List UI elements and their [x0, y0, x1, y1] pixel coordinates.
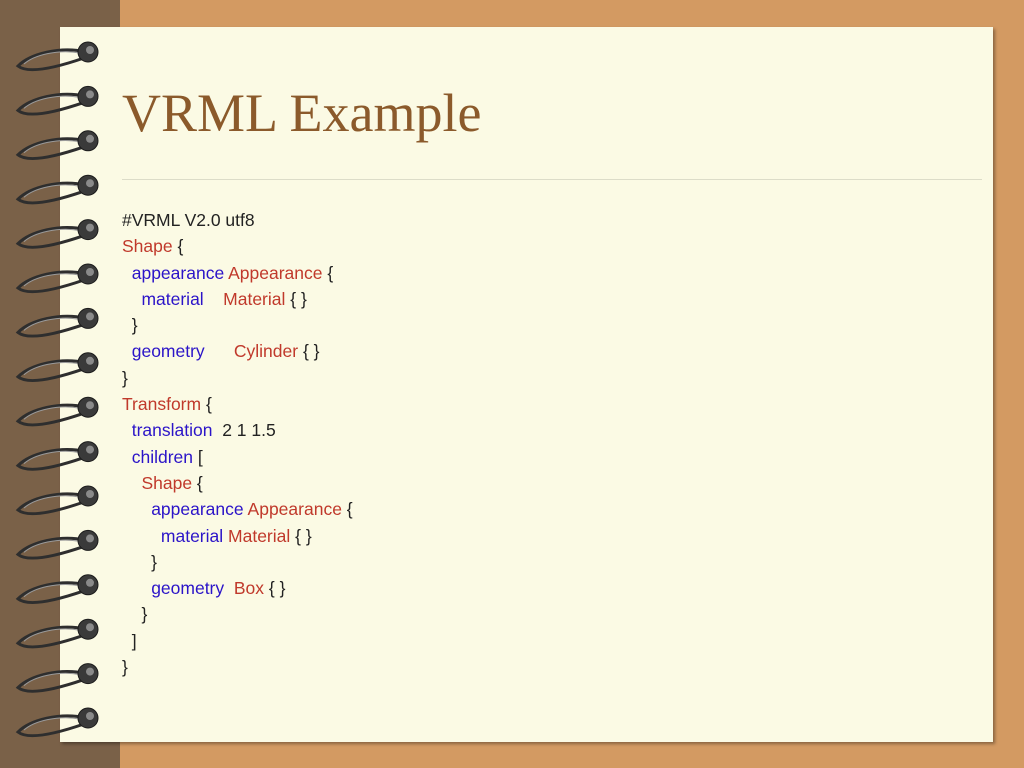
code-text: } — [122, 367, 128, 388]
code-text: { } — [285, 288, 307, 309]
code-text: { — [192, 472, 203, 493]
code-keyword: appearance — [131, 262, 225, 283]
code-node-type: Material — [228, 525, 291, 546]
code-line: } — [122, 601, 353, 627]
code-text: { } — [298, 341, 320, 362]
code-line: material Material { } — [122, 523, 353, 549]
code-line: } — [122, 549, 353, 575]
spiral-ring-icon — [15, 307, 99, 338]
code-keyword: geometry — [131, 341, 205, 362]
code-line: } — [122, 654, 353, 680]
code-text: { — [322, 262, 334, 283]
code-keyword: translation — [131, 420, 213, 441]
code-node-type: Shape — [122, 236, 173, 257]
code-line: Transform { — [122, 391, 353, 417]
code-block: #VRML V2.0 utf8 Shape { appearance Appear… — [122, 207, 353, 680]
code-keyword: appearance — [151, 499, 244, 520]
spiral-ring-icon — [15, 441, 99, 471]
code-node-type: Material — [223, 288, 286, 309]
spiral-binding — [15, 41, 99, 738]
code-text: { — [341, 499, 353, 520]
spiral-ring-icon — [15, 85, 99, 116]
spiral-ring-icon — [15, 174, 99, 205]
code-text: [ — [193, 446, 203, 467]
code-node-type: Appearance — [247, 499, 342, 520]
code-keyword: material — [160, 525, 224, 546]
code-node-type: Shape — [141, 472, 193, 493]
code-text: { } — [264, 578, 286, 599]
code-text: #VRML V2.0 utf8 — [122, 210, 255, 230]
spiral-ring-icon — [15, 529, 99, 560]
code-node-type: Transform — [122, 394, 202, 415]
code-text: } — [122, 315, 138, 336]
code-text: { — [172, 236, 184, 257]
code-text: { — [201, 394, 212, 415]
code-keyword: children — [131, 446, 194, 467]
code-line: ] — [122, 628, 353, 654]
spiral-ring-icon — [15, 707, 99, 738]
code-line: Shape { — [122, 233, 353, 259]
code-line: material Material { } — [122, 286, 353, 312]
code-text: } — [122, 657, 128, 678]
title-divider — [122, 179, 982, 180]
slide-title: VRML Example — [122, 83, 482, 143]
spiral-ring-icon — [15, 485, 99, 516]
code-text: ] — [122, 630, 137, 651]
code-keyword: geometry — [151, 578, 225, 599]
code-node-type: Cylinder — [233, 341, 299, 362]
code-text: } — [122, 604, 148, 625]
spiral-ring-icon — [15, 352, 99, 383]
code-line: appearance Appearance { — [122, 496, 353, 522]
code-line: children [ — [122, 444, 353, 470]
spiral-ring-icon — [15, 574, 99, 605]
code-line: geometry Box { } — [122, 575, 353, 601]
code-line: translation 2 1 1.5 — [122, 417, 353, 443]
code-line: } — [122, 312, 353, 338]
code-node-type: Box — [233, 578, 265, 599]
spiral-ring-icon — [15, 219, 99, 249]
code-keyword: material — [141, 288, 204, 309]
code-text: 2 1 1.5 — [212, 420, 276, 441]
code-node-type: Appearance — [228, 262, 323, 283]
spiral-ring-icon — [15, 663, 99, 693]
code-line: geometry Cylinder { } — [122, 338, 353, 364]
spiral-ring-icon — [15, 130, 99, 161]
code-text: { } — [290, 525, 312, 546]
spiral-ring-icon — [15, 263, 99, 294]
spiral-ring-icon — [15, 41, 99, 72]
code-line: } — [122, 365, 353, 391]
code-text: } — [122, 551, 158, 572]
code-line: appearance Appearance { — [122, 260, 353, 286]
code-line: Shape { — [122, 470, 353, 496]
code-line: #VRML V2.0 utf8 — [122, 207, 353, 233]
spiral-ring-icon — [15, 396, 99, 427]
spiral-ring-icon — [15, 618, 99, 649]
